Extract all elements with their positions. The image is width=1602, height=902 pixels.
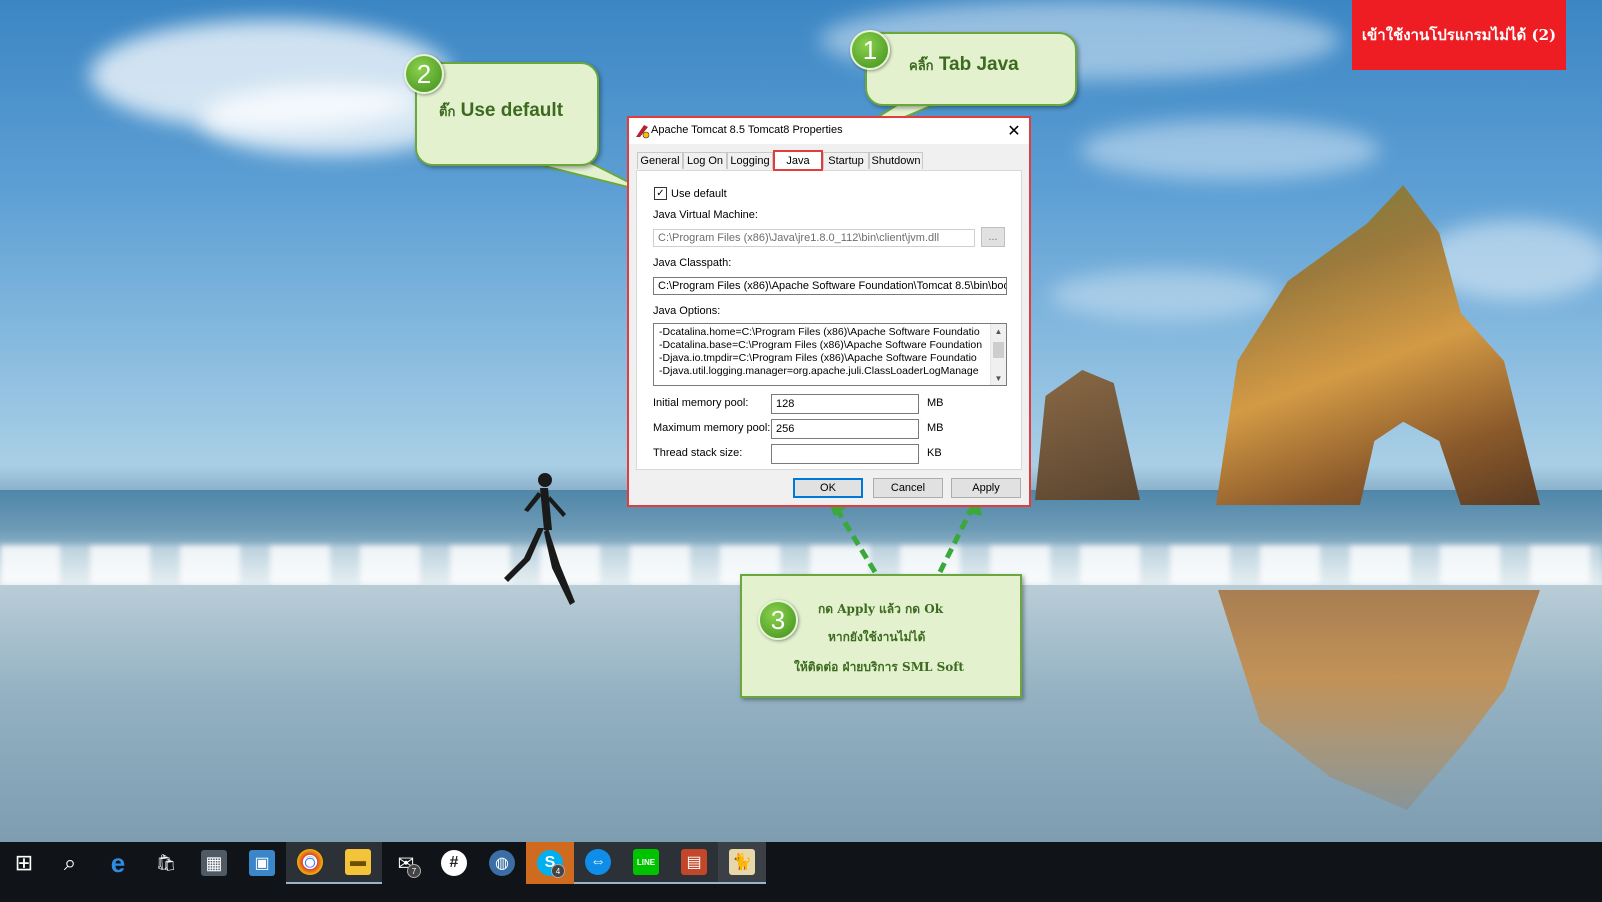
jvm-label: Java Virtual Machine: [653, 209, 758, 221]
taskbar: ⊞ ⌕ e 🛍 ▦ ▣ ◉ ▬ ✉ 7 # ◍ S 4 ⇔ LINE ▤ 🐈 [0, 842, 1602, 902]
scroll-down-icon[interactable]: ▼ [991, 371, 1006, 385]
callout-tab-java-prefix: คลิ๊ก [909, 59, 934, 74]
file-explorer-icon[interactable]: ▬ [334, 842, 382, 884]
java-option-line: -Djava.util.logging.manager=org.apache.j… [659, 365, 979, 377]
java-options-label: Java Options: [653, 305, 721, 317]
scroll-up-icon[interactable]: ▲ [991, 324, 1006, 338]
step-3-badge: 3 [758, 600, 798, 640]
search-icon[interactable]: ⌕ [46, 842, 94, 884]
jvm-path-field[interactable]: C:\Program Files (x86)\Java\jre1.8.0_112… [653, 229, 975, 247]
tab-log-on[interactable]: Log On [683, 152, 727, 169]
thread-stack-input[interactable] [771, 444, 919, 464]
calculator-icon[interactable]: ▦ [190, 842, 238, 884]
globe-icon[interactable]: ◍ [478, 842, 526, 884]
media-icon[interactable]: ▤ [670, 842, 718, 884]
skype-icon[interactable]: S 4 [526, 842, 574, 884]
slack-icon[interactable]: # [430, 842, 478, 884]
use-default-label: Use default [671, 188, 727, 200]
windows-start-icon[interactable]: ⊞ [0, 842, 48, 884]
mail-badge: 7 [407, 864, 421, 878]
max-pool-label: Maximum memory pool: [653, 422, 771, 434]
banner-title: เข้าใช้งานโปรแกรมไม่ได้ (2) [1352, 0, 1566, 70]
thread-stack-label: Thread stack size: [653, 447, 743, 459]
java-option-line: -Djava.io.tmpdir=C:\Program Files (x86)\… [659, 352, 977, 364]
classpath-label: Java Classpath: [653, 257, 732, 269]
line-icon[interactable]: LINE [622, 842, 670, 884]
chrome-icon[interactable]: ◉ [286, 842, 334, 884]
tab-java[interactable]: Java [773, 150, 823, 171]
dialog-titlebar[interactable]: Apache Tomcat 8.5 Tomcat8 Properties ✕ [629, 118, 1029, 144]
callout-apply-line1: กด Apply แล้ว กด Ok [818, 602, 944, 616]
tab-general[interactable]: General [637, 152, 683, 169]
tomcat-properties-dialog: Apache Tomcat 8.5 Tomcat8 Properties ✕ G… [627, 116, 1031, 507]
initial-pool-input[interactable]: 128 [771, 394, 919, 414]
max-pool-unit: MB [927, 422, 944, 434]
use-default-checkbox[interactable]: ✓ [654, 187, 667, 200]
callout-apply-line2: หากยังใช้งานไม่ได้ [828, 630, 926, 644]
thread-stack-unit: KB [927, 447, 942, 459]
java-options-textarea[interactable]: -Dcatalina.home=C:\Program Files (x86)\A… [653, 323, 1007, 386]
initial-pool-label: Initial memory pool: [653, 397, 749, 409]
java-option-line: -Dcatalina.base=C:\Program Files (x86)\A… [659, 339, 983, 351]
tomcat-feather-icon [636, 125, 650, 139]
java-option-line: -Dcatalina.home=C:\Program Files (x86)\A… [659, 326, 980, 338]
callout-tab-java: คลิ๊ก Tab Java [865, 32, 1077, 106]
scroll-thumb[interactable] [993, 342, 1004, 358]
ok-button[interactable]: OK [793, 478, 863, 498]
step-1-badge: 1 [850, 30, 890, 70]
edge-icon[interactable]: e [94, 842, 142, 884]
callout-tab-java-text: Tab Java [938, 54, 1019, 75]
step-2-badge: 2 [404, 54, 444, 94]
callout-use-default-prefix: ติ๊ก [439, 105, 456, 120]
store-icon[interactable]: 🛍 [142, 842, 190, 884]
initial-pool-unit: MB [927, 397, 944, 409]
runner-silhouette [504, 473, 575, 605]
options-scrollbar[interactable]: ▲ ▼ [990, 324, 1006, 385]
classpath-field[interactable]: C:\Program Files (x86)\Apache Software F… [653, 277, 1007, 295]
apply-button[interactable]: Apply [951, 478, 1021, 498]
dialog-title: Apache Tomcat 8.5 Tomcat8 Properties [651, 124, 843, 136]
java-tab-panel: ✓ Use default Java Virtual Machine: C:\P… [636, 170, 1022, 470]
tab-logging[interactable]: Logging [727, 152, 773, 169]
skype-badge: 4 [551, 864, 565, 878]
control-panel-icon[interactable]: ▣ [238, 842, 286, 884]
max-pool-input[interactable]: 256 [771, 419, 919, 439]
teamviewer-icon[interactable]: ⇔ [574, 842, 622, 884]
tab-shutdown[interactable]: Shutdown [869, 152, 923, 169]
jvm-browse-button[interactable]: ... [981, 227, 1005, 247]
close-icon[interactable]: ✕ [1003, 120, 1025, 142]
mail-icon[interactable]: ✉ 7 [382, 842, 430, 884]
callout-use-default-text: Use default [460, 100, 564, 121]
cancel-button[interactable]: Cancel [873, 478, 943, 498]
tab-startup[interactable]: Startup [823, 152, 869, 169]
callout-apply-line3: ให้ติดต่อ ฝ่ายบริการ SML Soft [794, 660, 964, 674]
tomcat-icon[interactable]: 🐈 [718, 842, 766, 884]
